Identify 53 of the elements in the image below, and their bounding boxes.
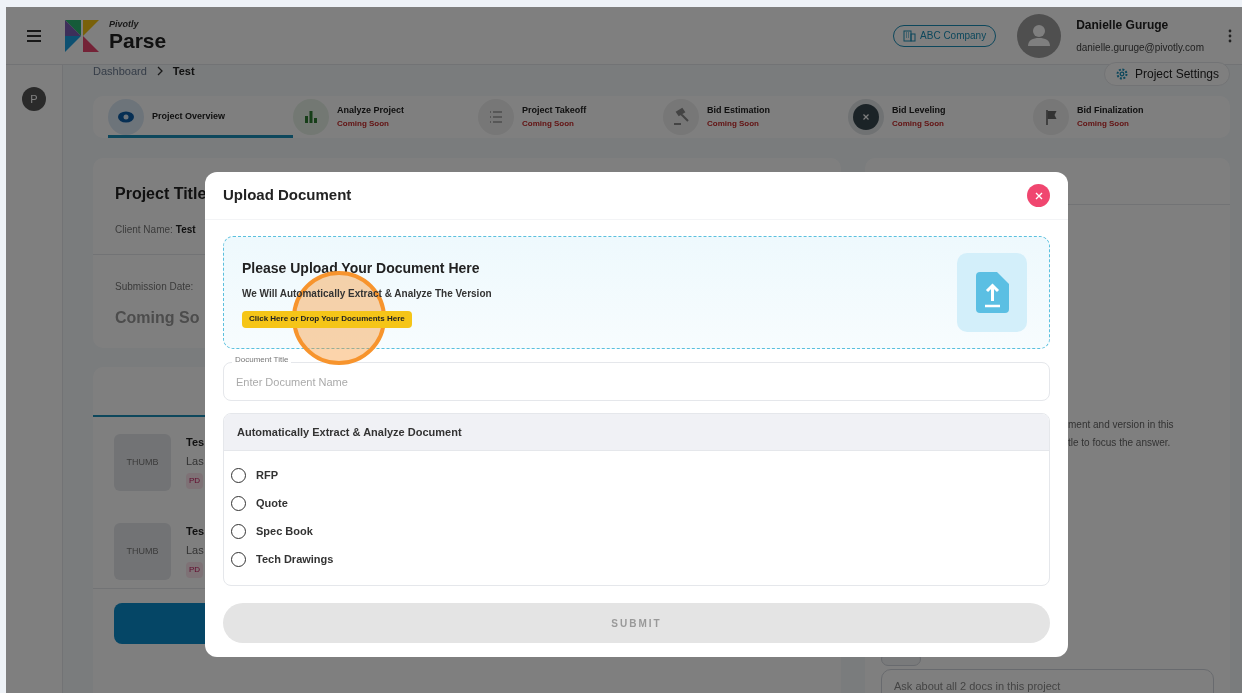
- radio-label: Spec Book: [256, 523, 313, 539]
- document-title: Tes: [186, 435, 205, 450]
- radio-label: Tech Drawings: [256, 551, 334, 567]
- step-label: Bid Leveling: [892, 104, 946, 118]
- step-label: Bid Estimation: [707, 104, 770, 118]
- document-thumbnail: THUMB: [114, 523, 171, 580]
- radio-label: Quote: [256, 495, 288, 511]
- radio-label: RFP: [256, 467, 278, 483]
- user-email: danielle.guruge@pivotly.com: [1076, 41, 1204, 55]
- logo-tagline: Pivotly: [109, 20, 140, 29]
- project-avatar[interactable]: P: [22, 87, 46, 111]
- upload-button[interactable]: Click Here or Drop Your Documents Here: [242, 310, 412, 328]
- step-status: Coming Soon: [892, 117, 945, 130]
- step-tab[interactable]: Project Takeoff Coming Soon: [478, 96, 663, 138]
- radio-option[interactable]: Spec Book: [231, 522, 1042, 540]
- field-label: Document Title: [232, 356, 292, 364]
- file-type-tag: PD: [186, 473, 204, 489]
- document-meta: Las: [186, 542, 205, 558]
- dialog-title: Upload Document: [223, 185, 352, 206]
- document-thumbnail: THUMB: [114, 434, 171, 491]
- document-title-field[interactable]: Enter Document Name: [223, 362, 1050, 401]
- step-status: Coming Soon: [1077, 117, 1130, 130]
- step-tab[interactable]: Project Overview: [108, 96, 293, 138]
- step-label: Analyze Project: [337, 104, 405, 118]
- radio-option[interactable]: RFP: [231, 466, 1042, 484]
- client-value: Test: [175, 223, 196, 237]
- options-title: Automatically Extract & Analyze Document: [237, 424, 462, 440]
- logo-title: Parse: [109, 30, 167, 51]
- project-title: Project Title: [115, 184, 207, 204]
- step-status: Coming Soon: [337, 117, 390, 130]
- step-label: Project Takeoff: [522, 104, 587, 118]
- radio-option[interactable]: Tech Drawings: [231, 550, 1042, 568]
- breadcrumb-link[interactable]: Dashboard: [93, 62, 147, 80]
- chat-hint-text: tle to focus the answer.: [1068, 436, 1172, 450]
- document-meta: Las: [186, 453, 205, 469]
- client-label: Client Name:: [115, 223, 173, 237]
- step-tab[interactable]: Analyze Project Coming Soon: [293, 96, 478, 138]
- user-name: Danielle Guruge: [1076, 17, 1170, 34]
- step-tab[interactable]: Bid Estimation Coming Soon: [663, 96, 848, 138]
- step-label: Project Overview: [152, 110, 226, 124]
- project-settings-button[interactable]: Project Settings: [1103, 62, 1230, 86]
- document-title: Tes: [186, 524, 205, 539]
- step-status: Coming Soon: [707, 117, 760, 130]
- step-tab[interactable]: Bid Leveling Coming Soon: [848, 96, 1033, 138]
- drop-zone-title: Please Upload Your Document Here: [242, 258, 481, 278]
- chat-hint-text: ment and version in this: [1068, 418, 1175, 432]
- radio-option[interactable]: Quote: [231, 494, 1042, 512]
- step-tab[interactable]: Bid Finalization Coming Soon: [1033, 96, 1218, 138]
- step-status: Coming Soon: [522, 117, 575, 130]
- breadcrumb-link[interactable]: Test: [172, 62, 195, 80]
- submission-label: Submission Date:: [115, 280, 194, 294]
- step-label: Bid Finalization: [1077, 104, 1144, 118]
- file-type-tag: PD: [186, 562, 204, 578]
